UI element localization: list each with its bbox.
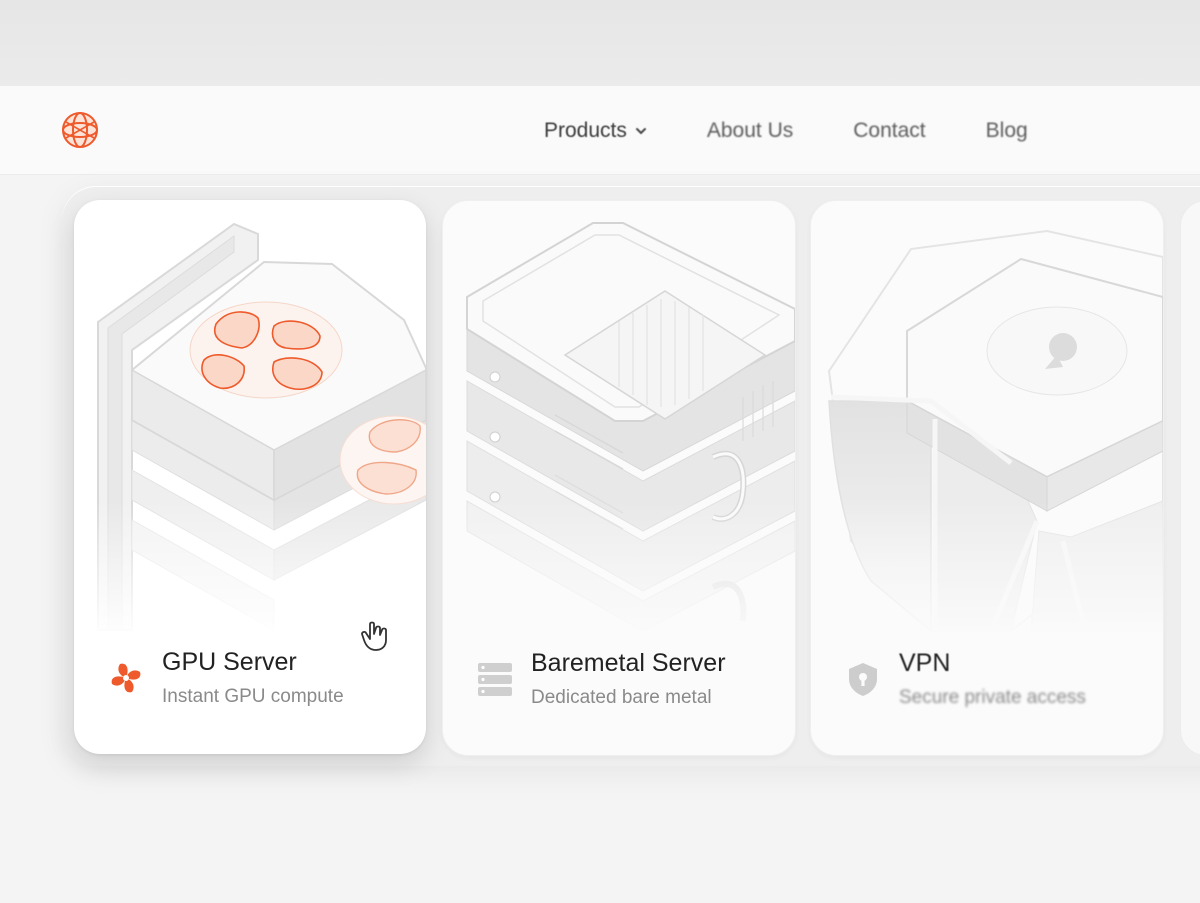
card-subtitle: Secure private access [899, 687, 1086, 708]
card-footer: VPN Secure private access [811, 635, 1163, 755]
shield-icon [849, 663, 877, 696]
nav-about-us[interactable]: About Us [707, 119, 793, 143]
vpn-illustration [811, 229, 1163, 641]
nav-blog-label: Blog [985, 119, 1028, 142]
gpu-illustration [74, 222, 426, 640]
card-footer: Baremetal Server Dedicated bare metal [443, 635, 795, 755]
server-stack-icon [478, 663, 512, 696]
baremetal-illustration [443, 222, 795, 641]
nav-about-label: About Us [706, 119, 794, 142]
card-title: VPN [899, 649, 951, 677]
card-subtitle: Dedicated bare metal [531, 687, 712, 708]
nav-contact-label: Contact [853, 119, 926, 142]
card-title: GPU Server [162, 648, 297, 676]
logo-icon[interactable] [58, 108, 102, 152]
product-card-vpn[interactable]: VPN Secure private access [810, 200, 1164, 756]
browser-top-band [0, 0, 1200, 86]
card-footer: GPU Server Instant GPU compute [74, 634, 426, 754]
nav-products[interactable]: Products [544, 119, 647, 143]
navbar: Products About Us Contact Blog [0, 86, 1200, 175]
card-subtitle: Instant GPU compute [162, 686, 344, 707]
product-card-gpu-server[interactable]: GPU Server Instant GPU compute [74, 200, 426, 754]
nav-products-label: Products [544, 119, 627, 142]
chevron-down-icon [635, 128, 646, 135]
card-title: Baremetal Server [531, 649, 726, 677]
product-card-baremetal-server[interactable]: Baremetal Server Dedicated bare metal [442, 200, 796, 756]
nav-blog[interactable]: Blog [986, 119, 1028, 143]
fan-icon [111, 663, 141, 693]
nav-links: Products About Us Contact Blog [544, 116, 1088, 146]
product-card-partial[interactable] [1180, 200, 1200, 756]
nav-contact[interactable]: Contact [853, 119, 925, 143]
